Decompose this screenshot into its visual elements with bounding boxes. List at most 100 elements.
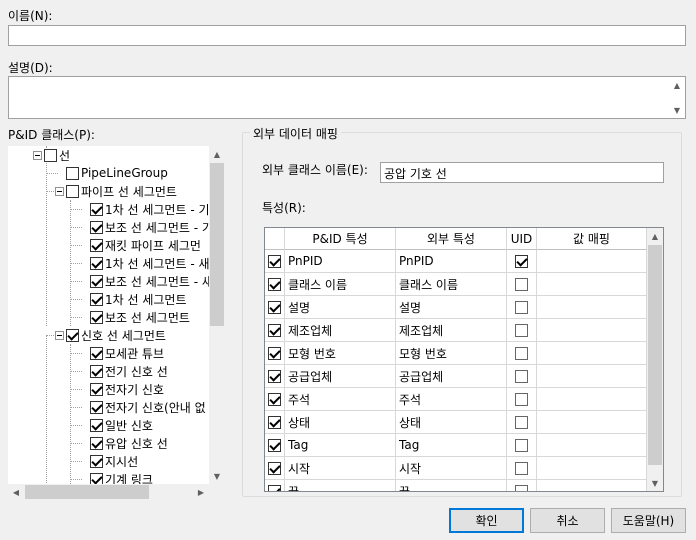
tree-scroll-left-icon[interactable]: ◀ [8, 484, 24, 500]
tree-item[interactable]: 모세관 튜브 [90, 344, 164, 362]
value-mapping-cell[interactable] [537, 434, 647, 457]
row-include-checkbox[interactable] [268, 254, 281, 268]
tree-item-checkbox[interactable] [90, 364, 103, 378]
value-mapping-cell[interactable] [537, 273, 647, 296]
tree-item-checkbox[interactable] [90, 454, 103, 468]
tree-item-checkbox[interactable] [66, 328, 79, 342]
table-row[interactable]: 공급업체 공급업체 [265, 365, 647, 388]
properties-grid[interactable]: P&ID 특성 외부 특성 UID 값 매핑 PnPID PnPID 클래스 이름 클… [264, 227, 664, 492]
pid-property-cell[interactable]: 제조업체 [285, 319, 396, 342]
external-property-cell[interactable]: 끝 [396, 480, 507, 491]
tree-item-checkbox[interactable] [66, 166, 79, 180]
tree-item-checkbox[interactable] [90, 310, 103, 324]
row-include-checkbox[interactable] [268, 300, 281, 314]
uid-checkbox[interactable] [515, 415, 528, 429]
row-include-checkbox[interactable] [268, 346, 281, 360]
uid-checkbox[interactable] [515, 277, 528, 291]
tree-item[interactable]: 보조 선 세그먼트 - 새 [90, 272, 213, 290]
ok-button[interactable]: 확인 [449, 508, 524, 533]
pid-property-cell[interactable]: 끝 [285, 480, 396, 491]
name-input[interactable] [8, 25, 686, 46]
tree-item-checkbox[interactable] [90, 220, 103, 234]
tree-item-checkbox[interactable] [90, 382, 103, 396]
uid-checkbox[interactable] [515, 369, 528, 383]
tree-item[interactable]: 신호 선 세그먼트 [55, 326, 166, 344]
tree-item-checkbox[interactable] [44, 148, 57, 162]
pid-property-cell[interactable]: 공급업체 [285, 365, 396, 388]
pid-property-cell[interactable]: 클래스 이름 [285, 273, 396, 296]
value-mapping-cell[interactable] [537, 342, 647, 365]
external-property-cell[interactable]: 모형 번호 [396, 342, 507, 365]
value-mapping-cell[interactable] [537, 319, 647, 342]
pid-property-cell[interactable]: 모형 번호 [285, 342, 396, 365]
external-property-cell[interactable]: 주석 [396, 388, 507, 411]
row-include-checkbox[interactable] [268, 369, 281, 383]
row-include-checkbox[interactable] [268, 392, 281, 406]
grid-header-value-map[interactable]: 값 매핑 [537, 228, 647, 250]
tree-item-checkbox[interactable] [90, 292, 103, 306]
uid-checkbox[interactable] [515, 392, 528, 406]
tree-item-checkbox[interactable] [90, 436, 103, 450]
value-mapping-cell[interactable] [537, 388, 647, 411]
table-row[interactable]: Tag Tag [265, 434, 647, 457]
row-include-checkbox[interactable] [268, 277, 281, 291]
scroll-up-icon[interactable]: ▲ [669, 77, 685, 93]
table-row[interactable]: 설명 설명 [265, 296, 647, 319]
external-class-input[interactable]: 공압 기호 선 [380, 162, 664, 183]
tree-item[interactable]: 전자기 신호(안내 없 [90, 398, 206, 416]
table-row[interactable]: 상태 상태 [265, 411, 647, 434]
external-property-cell[interactable]: 시작 [396, 457, 507, 480]
row-include-checkbox[interactable] [268, 461, 281, 475]
external-property-cell[interactable]: PnPID [396, 250, 507, 273]
uid-checkbox[interactable] [515, 323, 528, 337]
uid-checkbox[interactable] [515, 484, 528, 491]
grid-vscroll-thumb[interactable] [648, 245, 662, 465]
row-include-checkbox[interactable] [268, 323, 281, 337]
pid-property-cell[interactable]: PnPID [285, 250, 396, 273]
tree-item-checkbox[interactable] [90, 418, 103, 432]
tree-item[interactable]: PipeLineGroup [66, 164, 168, 182]
tree-item-checkbox[interactable] [90, 274, 103, 288]
row-include-checkbox[interactable] [268, 415, 281, 429]
description-input[interactable]: ▲ ▼ [8, 76, 686, 119]
uid-checkbox[interactable] [515, 346, 528, 360]
table-row[interactable]: 시작 시작 [265, 457, 647, 480]
tree-item[interactable]: 보조 선 세그먼트 [90, 308, 190, 326]
tree-item[interactable]: 1차 선 세그먼트 - 새 [90, 254, 210, 272]
grid-scroll-down-icon[interactable]: ▼ [647, 475, 663, 491]
grid-header-external[interactable]: 외부 특성 [396, 228, 507, 250]
tree-item[interactable]: 재킷 파이프 세그먼 [90, 236, 201, 254]
value-mapping-cell[interactable] [537, 480, 647, 491]
value-mapping-cell[interactable] [537, 457, 647, 480]
description-scrollbar[interactable]: ▲ ▼ [669, 77, 685, 118]
uid-checkbox[interactable] [515, 300, 528, 314]
tree-item[interactable]: 보조 선 세그먼트 - 기 [90, 218, 213, 236]
tree-item-checkbox[interactable] [90, 238, 103, 252]
table-row[interactable]: 끝끝 [265, 480, 647, 491]
external-property-cell[interactable]: 설명 [396, 296, 507, 319]
tree-item-checkbox[interactable] [90, 400, 103, 414]
tree-scroll-up-icon[interactable]: ▲ [209, 146, 225, 162]
tree-hscrollbar[interactable]: ◀ ▶ [8, 484, 209, 500]
tree-scroll-right-icon[interactable]: ▶ [193, 484, 209, 500]
pid-property-cell[interactable]: 설명 [285, 296, 396, 319]
tree-scroll-down-icon[interactable]: ▼ [209, 468, 225, 484]
external-property-cell[interactable]: 클래스 이름 [396, 273, 507, 296]
external-property-cell[interactable]: Tag [396, 434, 507, 457]
uid-checkbox[interactable] [515, 438, 528, 452]
tree-item[interactable]: 전기 신호 선 [90, 362, 168, 380]
tree-vscrollbar[interactable]: ▲ ▼ [209, 146, 225, 484]
row-include-checkbox[interactable] [268, 484, 281, 491]
grid-scroll-up-icon[interactable]: ▲ [647, 228, 663, 244]
table-row[interactable]: 모형 번호 모형 번호 [265, 342, 647, 365]
table-row[interactable]: PnPID PnPID [265, 250, 647, 273]
help-button[interactable]: 도움말(H) [611, 508, 686, 533]
tree-item[interactable]: 유압 신호 선 [90, 434, 168, 452]
external-property-cell[interactable]: 공급업체 [396, 365, 507, 388]
external-property-cell[interactable]: 제조업체 [396, 319, 507, 342]
pid-property-cell[interactable]: 주석 [285, 388, 396, 411]
value-mapping-cell[interactable] [537, 296, 647, 319]
table-row[interactable]: 주석 주석 [265, 388, 647, 411]
scroll-down-icon[interactable]: ▼ [669, 102, 685, 118]
tree-item[interactable]: 파이프 선 세그먼트 [55, 182, 177, 200]
